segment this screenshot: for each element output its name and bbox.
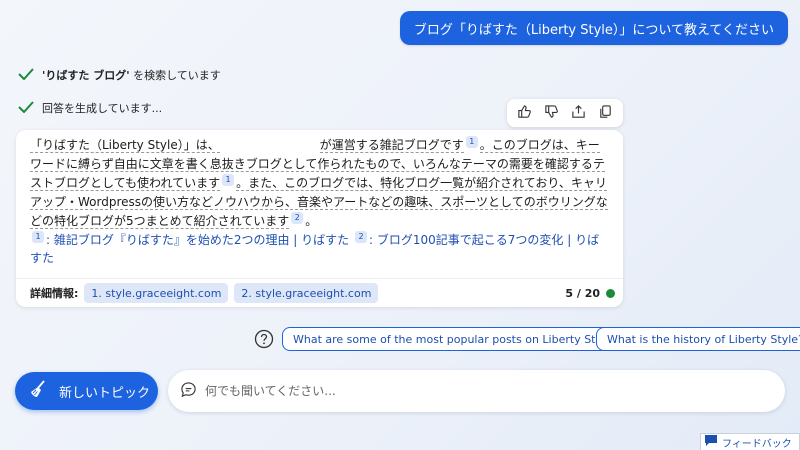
answer-card: 「りばすた（Liberty Style）」は、 が運営する雑記ブログです 1 。このブ… xyxy=(16,130,623,307)
user-message-bubble: ブログ「りばすた（Liberty Style）」について教えてください xyxy=(399,11,788,45)
generate-status-text: 回答を生成しています... xyxy=(42,102,163,115)
source-link-1[interactable]: 1. style.graceeight.com xyxy=(84,283,229,303)
source-link-2[interactable]: 2. style.graceeight.com xyxy=(234,283,379,303)
redacted-block xyxy=(219,139,320,152)
reference-list: 1: 雑記ブログ『りばすた』を始めた2つの理由 | りばすた 2: ブログ100… xyxy=(30,231,610,267)
check-icon xyxy=(18,67,34,83)
citation-1[interactable]: 1 xyxy=(222,174,235,186)
turn-counter: 5 / 20 xyxy=(565,287,615,300)
search-status: 'りばすた ブログ' を検索しています xyxy=(18,67,221,83)
thumbs-up-icon xyxy=(517,104,532,123)
suggestion-chip-1[interactable]: What are some of the most popular posts … xyxy=(282,327,629,351)
citation-1[interactable]: 1 xyxy=(465,136,478,148)
search-query: 'りばすた ブログ' xyxy=(42,69,130,82)
feedback-icon xyxy=(705,435,717,449)
thumbs-up-button[interactable] xyxy=(514,102,536,124)
thumbs-down-icon xyxy=(544,104,559,123)
check-icon xyxy=(18,100,34,116)
details-row: 詳細情報: 1. style.graceeight.com 2. style.g… xyxy=(30,282,615,304)
answer-text: 「りばすた（Liberty Style）」は、 が運営する雑記ブログです 1 。このブ… xyxy=(30,136,608,229)
help-circle-icon[interactable] xyxy=(254,329,274,349)
broom-icon xyxy=(29,379,49,403)
copy-icon xyxy=(598,104,613,123)
generate-status: 回答を生成しています... xyxy=(18,100,162,116)
copy-button[interactable] xyxy=(595,102,617,124)
reference-1-number: 1 xyxy=(32,231,44,243)
suggestion-chip-2[interactable]: What is the history of Liberty Style? xyxy=(596,327,800,351)
citation-2[interactable]: 2 xyxy=(291,212,304,224)
reference-1-link[interactable]: : 雑記ブログ『りばすた』を始めた2つの理由 | りばすた xyxy=(46,233,349,247)
chat-bubble-icon xyxy=(180,381,197,402)
new-topic-label: 新しいトピック xyxy=(59,385,151,401)
details-label: 詳細情報: xyxy=(30,287,79,300)
user-message-text: ブログ「りばすた（Liberty Style）」について教えてください xyxy=(413,22,774,38)
feedback-button[interactable]: フィードバック xyxy=(700,433,800,450)
chat-input[interactable] xyxy=(205,384,765,398)
status-dot xyxy=(606,288,615,298)
message-actions-toolbar xyxy=(507,99,623,127)
new-topic-button[interactable]: 新しいトピック xyxy=(15,372,158,410)
thumbs-down-button[interactable] xyxy=(541,102,563,124)
reference-2-number: 2 xyxy=(355,231,367,243)
chat-input-box[interactable] xyxy=(168,370,785,412)
redacted-block xyxy=(384,283,489,303)
feedback-label: フィードバック xyxy=(722,438,792,450)
share-icon xyxy=(571,104,586,123)
share-button[interactable] xyxy=(568,102,590,124)
search-status-text: を検索しています xyxy=(129,69,221,82)
card-divider xyxy=(16,278,623,279)
